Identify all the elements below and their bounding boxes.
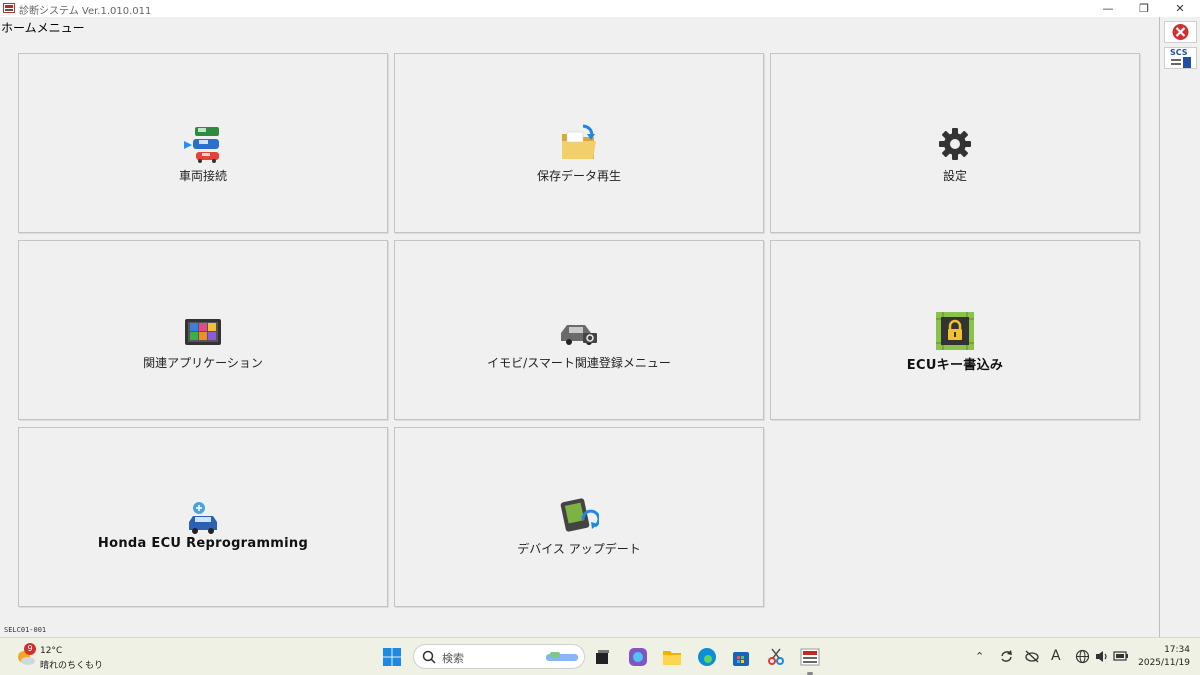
reprogramming-icon <box>189 502 217 534</box>
search-highlight-icon <box>546 652 578 661</box>
tile-settings-label: 設定 <box>942 169 967 183</box>
tile-related-apps[interactable]: 関連アプリケーション <box>18 240 388 420</box>
tile-vehicle-connect[interactable]: 車両接続 <box>18 53 388 233</box>
clock-date: 2025/11/19 <box>1138 658 1190 668</box>
sync-icon[interactable] <box>999 649 1014 664</box>
clock-time: 17:34 <box>1164 645 1190 655</box>
taskview-icon <box>596 650 609 664</box>
copilot-icon <box>629 648 647 666</box>
tile-immobilizer[interactable]: イモビ/スマート関連登録メニュー <box>394 240 764 420</box>
copilot-app[interactable] <box>627 646 649 668</box>
tile-settings[interactable]: 設定 <box>770 53 1140 233</box>
immobilizer-icon <box>561 325 597 345</box>
snipping-tool-icon <box>768 648 784 665</box>
weather-badge: 9 <box>24 643 36 655</box>
edge-app[interactable] <box>696 646 718 668</box>
store-icon <box>733 652 749 666</box>
search-placeholder: 検索 <box>442 652 464 665</box>
tile-ecu-key-label: ECUキー書込み <box>906 358 1004 373</box>
tile-ecu-key[interactable]: ECUキー書込み <box>770 240 1140 420</box>
ime-indicator[interactable]: A <box>1051 648 1061 664</box>
weather-condition: 晴れのちくもり <box>40 661 104 671</box>
apps-icon <box>185 319 221 345</box>
exit-icon <box>1172 24 1189 40</box>
tile-saved-data-label: 保存データ再生 <box>536 169 621 183</box>
restore-button[interactable]: ❐ <box>1127 0 1161 17</box>
app-logo-icon <box>3 3 15 13</box>
snipping-app[interactable] <box>765 646 787 668</box>
scs-label: SCS <box>1170 48 1188 57</box>
start-button[interactable] <box>382 647 402 667</box>
minimize-button[interactable]: — <box>1091 0 1125 17</box>
page-title: ホームメニュー <box>1 21 85 35</box>
exit-button[interactable] <box>1164 21 1197 43</box>
diagnostic-system-icon <box>800 648 820 666</box>
gear-icon <box>939 128 971 160</box>
explorer-app[interactable] <box>661 646 683 668</box>
search-icon <box>422 650 436 664</box>
search-box[interactable]: 検索 <box>413 644 585 669</box>
windows-icon <box>383 648 401 666</box>
scs-connector-icon <box>1171 57 1191 68</box>
folder-icon <box>562 124 596 159</box>
clock[interactable]: 17:34 2025/11/19 <box>1134 643 1194 671</box>
tile-immobilizer-label: イモビ/スマート関連登録メニュー <box>487 356 671 370</box>
close-button[interactable]: ✕ <box>1163 0 1197 17</box>
title-bar: 診断システム Ver.1.010.011 — ❐ ✕ <box>0 0 1200 17</box>
network-icon[interactable] <box>1075 649 1090 664</box>
vehicle-connect-icon <box>184 127 219 163</box>
weather-widget[interactable]: 9 12°C 晴れのちくもり <box>14 642 104 672</box>
ecu-key-icon <box>936 312 974 350</box>
visibility-off-icon[interactable] <box>1024 649 1040 664</box>
battery-icon[interactable] <box>1113 650 1129 662</box>
right-toolbar: SCS <box>1159 17 1200 637</box>
store-app[interactable] <box>730 646 752 668</box>
file-explorer-icon <box>663 651 681 665</box>
taskbar: 9 12°C 晴れのちくもり 検索 ⌃ A 17:34 2025/11/19 <box>0 637 1200 675</box>
tile-vehicle-connect-label: 車両接続 <box>178 169 227 183</box>
tile-ecu-reprogramming-label: Honda ECU Reprogramming <box>97 536 309 551</box>
scs-button[interactable]: SCS <box>1164 47 1197 69</box>
taskview-button[interactable] <box>592 647 612 667</box>
device-update-icon <box>560 498 599 532</box>
volume-icon[interactable] <box>1094 649 1109 664</box>
edge-browser-icon <box>698 648 716 666</box>
screen-id: SELC01-001 <box>4 626 47 634</box>
window-title: 診断システム Ver.1.010.011 <box>19 6 152 17</box>
weather-temperature: 12°C <box>40 646 63 656</box>
tile-device-update-label: デバイス アップデート <box>517 542 641 556</box>
tile-saved-data[interactable]: 保存データ再生 <box>394 53 764 233</box>
tile-related-apps-label: 関連アプリケーション <box>143 356 263 370</box>
tile-ecu-reprogramming[interactable]: Honda ECU Reprogramming <box>18 427 388 607</box>
diagnostic-system-app[interactable] <box>799 646 821 675</box>
chevron-up-icon[interactable]: ⌃ <box>975 650 984 663</box>
tile-device-update[interactable]: デバイス アップデート <box>394 427 764 607</box>
main-area: ホームメニュー 車両接続 保存データ再生 設定 関連アプリケーション イモビ/ス… <box>0 17 1159 637</box>
